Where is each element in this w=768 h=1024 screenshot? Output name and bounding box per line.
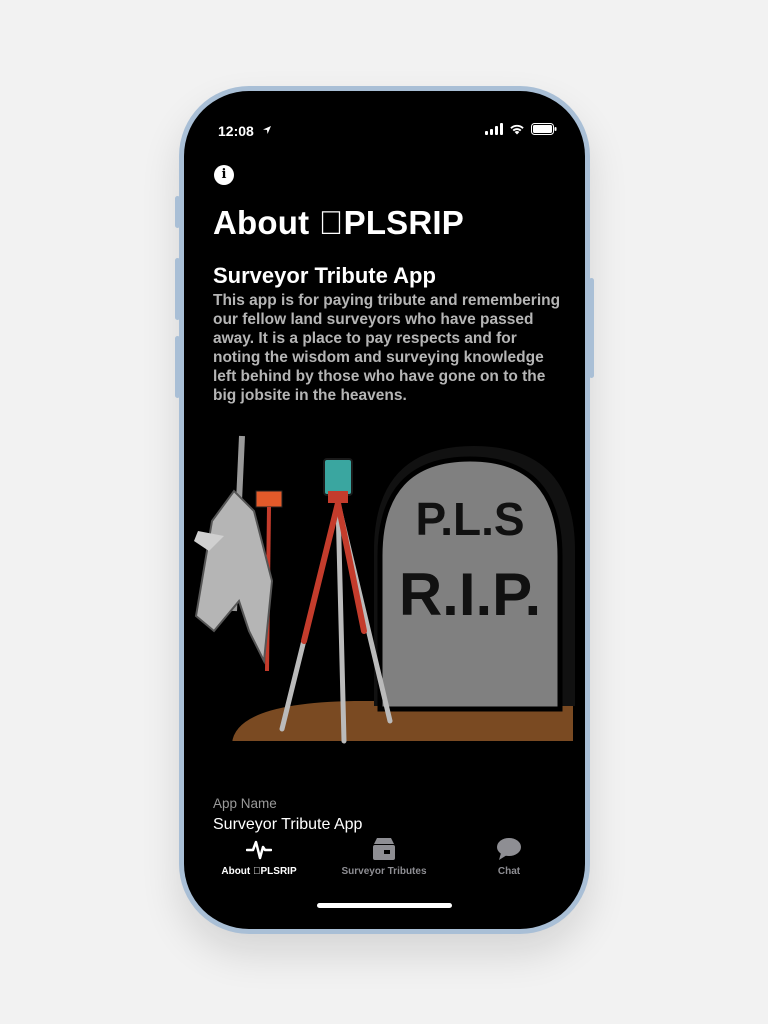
phone-frame: 12:08 i About PLSRIP Surveyor Tribute Ap… bbox=[175, 86, 594, 934]
volume-up-button bbox=[175, 258, 180, 320]
app-subtitle: Surveyor Tribute App bbox=[213, 263, 436, 288]
tribute-artwork: P.L.S R.I.P. bbox=[194, 435, 575, 745]
tab-chat[interactable]: Chat bbox=[444, 836, 574, 877]
battery-icon bbox=[531, 123, 557, 135]
headstone-text-rip: R.I.P. bbox=[399, 561, 541, 628]
activity-pulse-icon bbox=[246, 840, 272, 860]
archive-box-icon bbox=[373, 838, 395, 860]
location-arrow-icon bbox=[263, 126, 271, 134]
status-bar: 12:08 bbox=[218, 121, 557, 141]
headstone-text-pls: P.L.S bbox=[415, 493, 524, 545]
chat-bubble-icon bbox=[497, 838, 521, 860]
tab-surveyor-tributes-label: Surveyor Tributes bbox=[341, 866, 427, 877]
tab-about-label: About PLSRIP bbox=[221, 866, 296, 877]
home-indicator[interactable] bbox=[317, 903, 452, 908]
app-name-label: App Name bbox=[213, 796, 277, 811]
status-icons bbox=[485, 123, 557, 135]
status-time: 12:08 bbox=[218, 123, 254, 139]
app-description: This app is for paying tribute and remem… bbox=[213, 292, 561, 404]
app-name-value: Surveyor Tribute App bbox=[213, 816, 363, 833]
tab-surveyor-tributes[interactable]: Surveyor Tributes bbox=[319, 836, 449, 877]
reaper-figure bbox=[194, 435, 274, 665]
power-button bbox=[589, 278, 594, 378]
tab-bar: About PLSRIP Surveyor Tributes Chat bbox=[184, 836, 585, 886]
tab-about[interactable]: About PLSRIP bbox=[194, 836, 324, 877]
page-title: About PLSRIP bbox=[213, 204, 464, 241]
wifi-icon bbox=[510, 124, 524, 135]
mute-switch bbox=[175, 196, 180, 228]
volume-down-button bbox=[175, 336, 180, 398]
info-icon[interactable]: i bbox=[214, 165, 234, 185]
tab-chat-label: Chat bbox=[497, 866, 521, 877]
cellular-signal-icon bbox=[485, 123, 503, 135]
app-screen: 12:08 i About PLSRIP Surveyor Tribute Ap… bbox=[184, 91, 585, 929]
